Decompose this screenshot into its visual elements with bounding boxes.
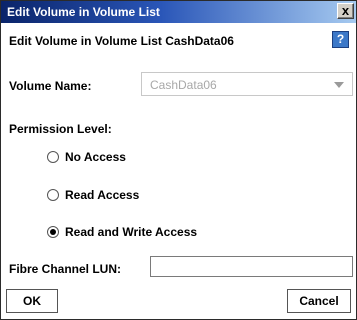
edit-volume-dialog: Edit Volume in Volume List x Edit Volume… — [0, 0, 357, 320]
radio-label: Read Access — [65, 188, 140, 202]
window-title: Edit Volume in Volume List — [7, 5, 160, 19]
close-icon[interactable]: x — [337, 3, 354, 19]
radio-selected-dot — [50, 229, 56, 235]
radio-label: No Access — [65, 150, 126, 164]
fibre-channel-lun-label: Fibre Channel LUN: — [9, 262, 122, 276]
help-icon[interactable]: ? — [332, 31, 349, 48]
radio-label: Read and Write Access — [65, 225, 198, 239]
fibre-channel-lun-input[interactable] — [150, 256, 353, 277]
volume-name-select[interactable]: CashData06 — [141, 72, 353, 96]
dialog-heading: Edit Volume in Volume List CashData06 — [9, 34, 234, 48]
cancel-button[interactable]: Cancel — [287, 289, 351, 313]
volume-name-value: CashData06 — [150, 78, 217, 92]
volume-name-label: Volume Name: — [9, 79, 92, 93]
permission-level-label: Permission Level: — [9, 122, 112, 136]
radio-button[interactable] — [47, 151, 59, 163]
chevron-down-icon — [334, 82, 344, 88]
ok-button[interactable]: OK — [6, 289, 58, 313]
title-bar[interactable]: Edit Volume in Volume List x — [1, 1, 356, 23]
radio-button[interactable] — [47, 189, 59, 201]
radio-button-selected[interactable] — [47, 226, 59, 238]
